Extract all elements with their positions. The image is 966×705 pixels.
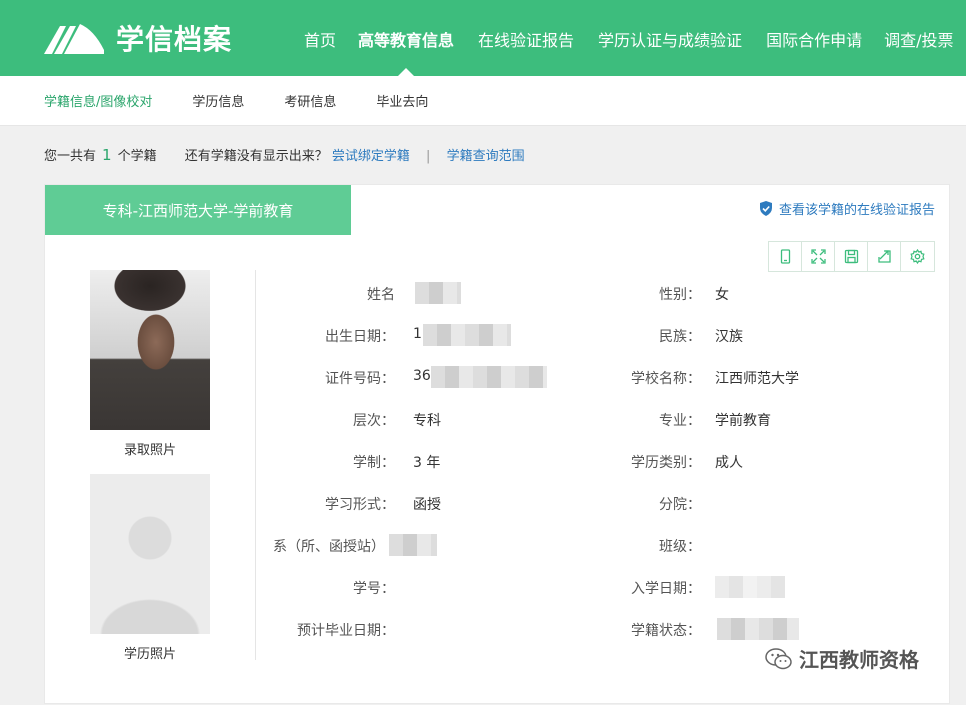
status-redacted (717, 618, 799, 640)
field-label-class: 班级： (659, 539, 701, 555)
logo[interactable]: 学信档案 (44, 18, 232, 58)
nav-higher-education[interactable]: 高等教育信息 (358, 27, 454, 76)
field-label-department: 系（所、函授站） (273, 539, 385, 555)
field-label-enrollment-date: 入学日期： (631, 581, 701, 597)
field-value-birthdate: 1 (413, 326, 422, 342)
logo-icon (44, 24, 104, 54)
summary-question: 还有学籍没有显示出来？ (184, 149, 328, 164)
field-value-gender: 女 (715, 287, 729, 303)
nav-certification[interactable]: 学历认证与成绩验证 (598, 27, 742, 51)
field-label-school: 学校名称： (631, 371, 701, 387)
bind-record-link[interactable]: 尝试绑定学籍 (332, 149, 410, 164)
phone-icon (780, 249, 790, 264)
save-button[interactable] (835, 242, 868, 271)
subnav-graduation[interactable]: 毕业去向 (376, 91, 428, 110)
logo-text: 学信档案 (116, 23, 233, 56)
summary-prefix: 您一共有 (44, 149, 97, 164)
enrollment-date-redacted (715, 576, 785, 598)
field-label-id-number: 证件号码： (325, 371, 395, 387)
fullscreen-icon (810, 249, 826, 264)
department-redacted (389, 534, 437, 556)
birthdate-redacted (423, 324, 511, 346)
field-label-duration: 学制： (353, 455, 395, 471)
top-header: 学信档案 首页 高等教育信息 在线验证报告 学历认证与成绩验证 国际合作申请 调… (0, 0, 966, 76)
record-title: 专科-江西师范大学-学前教育 (45, 185, 351, 235)
field-label-level: 层次： (353, 413, 395, 429)
field-label-study-mode: 学习形式： (325, 497, 395, 513)
wechat-watermark: 江西教师资格 (765, 644, 919, 673)
field-value-school: 江西师范大学 (715, 371, 799, 387)
wechat-icon (765, 647, 792, 669)
id-number-redacted (431, 366, 547, 388)
summary-separator: | (426, 149, 431, 164)
field-value-major: 学前教育 (715, 413, 771, 429)
admission-photo (90, 270, 210, 430)
nav-online-verification[interactable]: 在线验证报告 (478, 27, 574, 51)
save-icon (844, 249, 858, 264)
record-toolbar (768, 241, 935, 272)
phone-view-button[interactable] (769, 242, 802, 271)
field-label-birthdate: 出生日期： (325, 329, 395, 345)
settings-button[interactable] (901, 242, 934, 271)
nav-international[interactable]: 国际合作申请 (766, 27, 862, 51)
verify-report-link[interactable]: 查看该学籍的在线验证报告 (759, 199, 935, 218)
share-icon (877, 250, 891, 263)
degree-photo (90, 474, 210, 634)
share-button[interactable] (868, 242, 901, 271)
settings-icon (910, 249, 925, 264)
field-value-ethnicity: 汉族 (715, 329, 743, 345)
field-label-major: 专业： (659, 413, 701, 429)
subnav-degree-info[interactable]: 学历信息 (192, 91, 244, 110)
main-nav: 首页 高等教育信息 在线验证报告 学历认证与成绩验证 国际合作申请 调查/投票 (304, 27, 953, 76)
name-redacted (415, 282, 461, 304)
fullscreen-button[interactable] (802, 242, 835, 271)
field-value-duration: 3 年 (413, 455, 441, 471)
watermark-text: 江西教师资格 (799, 648, 919, 672)
field-label-expected-graduation: 预计毕业日期： (297, 623, 395, 639)
field-label-student-id: 学号： (353, 581, 395, 597)
sub-nav: 学籍信息/图像校对 学历信息 考研信息 毕业去向 (0, 76, 966, 126)
field-value-study-mode: 函授 (413, 497, 441, 513)
field-label-gender: 性别： (659, 287, 701, 303)
shield-icon (759, 201, 772, 216)
admission-photo-label: 录取照片 (123, 443, 176, 458)
record-count: 1 (102, 146, 112, 164)
degree-photo-label: 学历照片 (123, 647, 176, 662)
query-scope-link[interactable]: 学籍查询范围 (447, 149, 525, 164)
student-record-card: 专科-江西师范大学-学前教育 查看该学籍的在线验证报告 录取照片 学历照片 姓名… (44, 184, 950, 704)
field-label-degree-type: 学历类别： (631, 455, 701, 471)
subnav-student-status[interactable]: 学籍信息/图像校对 (44, 91, 152, 110)
nav-home[interactable]: 首页 (304, 27, 336, 51)
field-label-ethnicity: 民族： (659, 329, 701, 345)
subnav-exam-info[interactable]: 考研信息 (284, 91, 336, 110)
summary-suffix: 个学籍 (117, 149, 157, 164)
field-label-status: 学籍状态： (631, 623, 701, 639)
field-value-degree-type: 成人 (715, 455, 743, 471)
summary-bar: 您一共有 1 个学籍 还有学籍没有显示出来？ 尝试绑定学籍 | 学籍查询范围 (44, 145, 525, 164)
field-value-id-number: 36 (413, 368, 431, 384)
nav-survey[interactable]: 调查/投票 (884, 27, 953, 51)
field-label-branch: 分院： (659, 497, 701, 513)
verify-report-label: 查看该学籍的在线验证报告 (778, 203, 935, 218)
field-value-level: 专科 (413, 413, 441, 429)
field-label-name: 姓名 (367, 287, 395, 303)
